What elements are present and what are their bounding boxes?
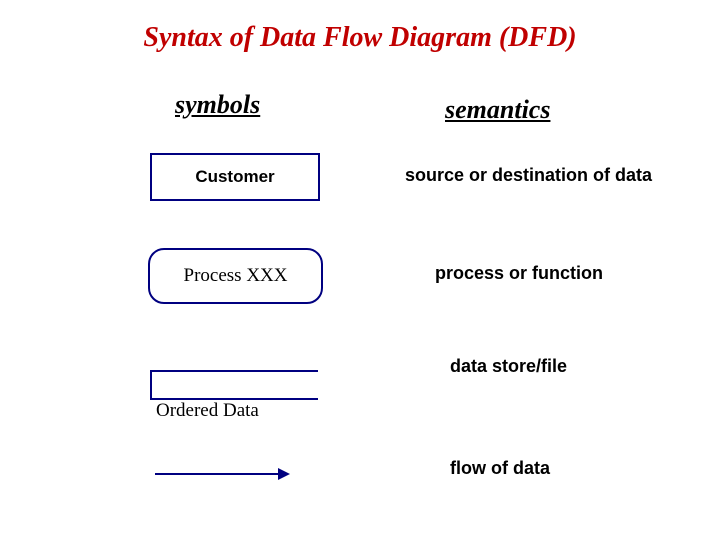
process-semantic: process or function (435, 263, 603, 284)
diagram-title: Syntax of Data Flow Diagram (DFD) (0, 22, 720, 54)
arrow-line (155, 473, 280, 475)
arrow-head-icon (278, 468, 290, 480)
external-entity-semantic: source or destination of data (405, 165, 652, 186)
external-entity-label: Customer (195, 167, 274, 187)
process-label: Process XXX (184, 265, 288, 287)
dataflow-arrow-icon (155, 468, 290, 480)
process-symbol: Process XXX (148, 248, 323, 304)
datastore-semantic: data store/file (450, 356, 567, 377)
dataflow-semantic: flow of data (450, 458, 550, 479)
symbols-column-header: symbols (175, 90, 260, 120)
semantics-column-header: semantics (445, 95, 550, 125)
datastore-symbol (150, 370, 318, 400)
external-entity-symbol: Customer (150, 153, 320, 201)
datastore-label: Ordered Data (156, 400, 259, 422)
